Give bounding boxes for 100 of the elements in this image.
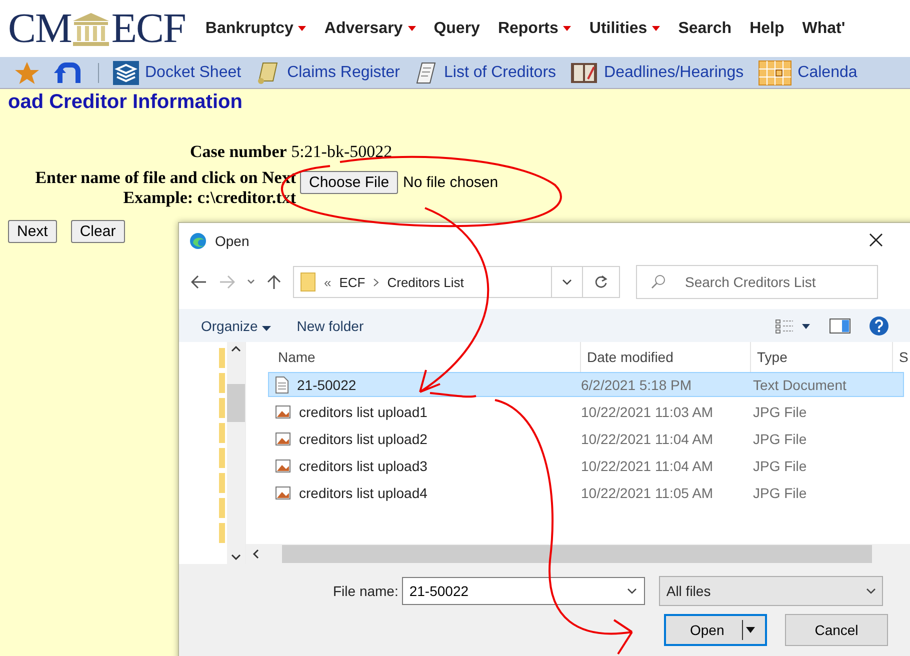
- chevron-down-icon[interactable]: [627, 588, 638, 594]
- document-icon: [275, 376, 289, 394]
- search-field[interactable]: Search Creditors List: [636, 265, 878, 299]
- new-folder-button[interactable]: New folder: [296, 318, 364, 334]
- book-icon: [570, 60, 598, 84]
- image-file-icon: [275, 404, 291, 418]
- menu-item[interactable]: Adversary: [324, 20, 416, 38]
- file-date: 10/22/2021 11:05 AM: [581, 484, 714, 500]
- file-date: 10/22/2021 11:04 AM: [581, 458, 714, 474]
- folder-icon: [219, 423, 225, 443]
- caret-icon: [746, 627, 756, 633]
- file-date: 6/2/2021 5:18 PM: [581, 376, 693, 392]
- folder-icon: [219, 498, 225, 518]
- file-type: JPG File: [753, 484, 808, 500]
- search-icon: [650, 274, 666, 290]
- menu-item[interactable]: Bankruptcy: [205, 20, 306, 38]
- file-row[interactable]: creditors list upload4 10/22/2021 11:05 AM JPG File: [268, 480, 904, 505]
- logo-text: CM: [8, 4, 72, 52]
- toolbar-link[interactable]: Calenda: [758, 60, 858, 86]
- file-name: 21-50022: [297, 376, 356, 392]
- scrollbar-thumb[interactable]: [227, 384, 245, 422]
- file-type: JPG File: [753, 458, 808, 474]
- toolbar-link[interactable]: List of Creditors: [414, 60, 556, 84]
- path-segment[interactable]: Creditors List: [387, 274, 464, 290]
- folder-icon: [219, 448, 225, 468]
- form-button[interactable]: Clear: [70, 220, 125, 243]
- address-bar[interactable]: « ECF Creditors List: [293, 266, 583, 298]
- path-segment[interactable]: ECF: [339, 274, 366, 290]
- image-file-icon: [275, 458, 291, 472]
- help-icon[interactable]: [869, 316, 889, 336]
- file-type: JPG File: [753, 430, 808, 446]
- cancel-button[interactable]: Cancel: [785, 614, 888, 646]
- menu-item[interactable]: Help: [750, 20, 784, 38]
- preview-pane-icon[interactable]: [829, 318, 851, 334]
- file-name: creditors list upload4: [299, 484, 428, 500]
- chevron-down-icon: [866, 588, 876, 594]
- refresh-button[interactable]: [582, 266, 620, 298]
- chevron-icon: [373, 278, 380, 286]
- vertical-scrollbar[interactable]: [227, 342, 245, 564]
- menu-item[interactable]: Query: [434, 20, 480, 38]
- image-file-icon: [275, 432, 291, 446]
- file-type-dropdown[interactable]: All files: [659, 576, 884, 606]
- path-segment[interactable]: «: [324, 274, 332, 290]
- scrollbar-thumb[interactable]: [282, 545, 872, 563]
- toolbar-link[interactable]: Docket Sheet: [113, 60, 242, 84]
- form-button[interactable]: Next: [8, 220, 57, 243]
- case-number-label: Case number: [190, 142, 287, 161]
- browser-logo-icon: [189, 232, 207, 250]
- file-row[interactable]: creditors list upload3 10/22/2021 11:04 AM JPG File: [268, 453, 904, 478]
- caret-icon: [262, 326, 271, 330]
- courthouse-icon: [71, 10, 112, 46]
- toolbar-link[interactable]: Claims Register: [255, 60, 400, 84]
- file-row[interactable]: creditors list upload2 10/22/2021 11:04 AM JPG File: [268, 426, 904, 451]
- recent-dropdown-button[interactable]: [247, 279, 255, 285]
- file-date: 10/22/2021 11:04 AM: [581, 430, 714, 446]
- file-row[interactable]: 21-50022 6/2/2021 5:18 PM Text Document: [268, 372, 904, 397]
- back-button[interactable]: [191, 275, 207, 289]
- file-name: creditors list upload3: [299, 458, 428, 474]
- folder-icon: [219, 373, 225, 393]
- page-icon: [414, 60, 438, 84]
- logo-text: ECF: [111, 4, 186, 52]
- menu-item[interactable]: Search: [678, 20, 732, 38]
- case-number: 5:21-bk-50022: [291, 142, 392, 161]
- file-type: JPG File: [753, 404, 808, 420]
- folder-icon: [219, 473, 225, 493]
- annotation-stroke: [430, 392, 476, 398]
- chevron-up-icon[interactable]: [231, 346, 241, 352]
- layers-icon: [113, 60, 139, 84]
- menu-item[interactable]: What': [802, 20, 846, 38]
- folder-icon: [300, 272, 316, 292]
- chevron-left-icon[interactable]: [252, 549, 260, 559]
- column-header[interactable]: Name: [272, 342, 580, 372]
- calendar-icon: [758, 60, 792, 86]
- chevron-down-icon[interactable]: [231, 554, 241, 560]
- view-options-icon[interactable]: [775, 318, 811, 334]
- star-icon[interactable]: [14, 60, 40, 84]
- refresh-icon: [594, 275, 608, 289]
- close-icon: [869, 232, 883, 246]
- toolbar-link[interactable]: Deadlines/Hearings: [570, 60, 744, 84]
- horizontal-scrollbar[interactable]: [246, 544, 910, 564]
- chevron-down-icon: [562, 279, 572, 285]
- file-name: creditors list upload2: [299, 430, 428, 446]
- dialog-title: Open: [215, 233, 250, 249]
- menu-item[interactable]: Reports: [498, 20, 572, 38]
- folder-icon: [219, 398, 225, 418]
- open-button[interactable]: Open: [664, 614, 767, 646]
- folder-icon: [219, 523, 225, 543]
- menu-item[interactable]: Utilities: [589, 20, 660, 38]
- choose-file-button[interactable]: Choose File: [300, 171, 398, 194]
- file-type: Text Document: [753, 376, 848, 392]
- organize-menu[interactable]: Organize: [201, 318, 271, 334]
- up-button[interactable]: [267, 274, 281, 290]
- file-name-label: File name:: [333, 583, 398, 599]
- file-status: No file chosen: [403, 173, 498, 191]
- image-file-icon: [275, 486, 291, 500]
- folder-icon: [219, 348, 225, 368]
- file-date: 10/22/2021 11:03 AM: [581, 404, 714, 420]
- file-row[interactable]: creditors list upload1 10/22/2021 11:03 AM JPG File: [268, 399, 904, 424]
- file-name-field[interactable]: 21-50022: [402, 577, 646, 605]
- page-heading: oad Creditor Information: [8, 91, 244, 114]
